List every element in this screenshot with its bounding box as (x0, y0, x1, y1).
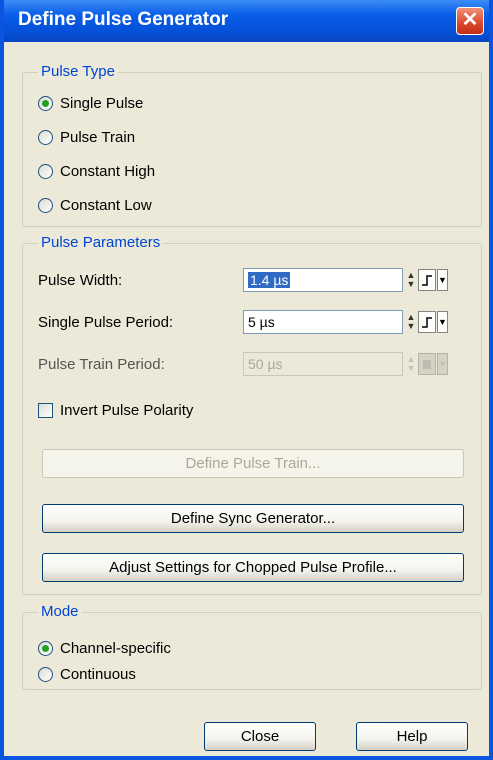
adjust-chopped-pulse-settings-button[interactable]: Adjust Settings for Chopped Pulse Profil… (42, 553, 464, 582)
pulse-train-period-spinner[interactable]: ▲ ▼ (406, 352, 416, 376)
close-icon[interactable]: ✕ (456, 7, 484, 35)
dropdown-arrow-icon[interactable]: ▼ (437, 269, 448, 291)
radio-single-pulse[interactable]: Single Pulse (38, 95, 143, 112)
radio-label: Constant High (60, 163, 156, 180)
radio-button[interactable] (38, 667, 53, 682)
radio-button[interactable] (38, 164, 53, 179)
radio-label: Constant Low (60, 197, 152, 214)
pulse-shape-icon[interactable] (418, 269, 436, 291)
radio-button[interactable] (38, 641, 53, 656)
single-pulse-period-spinner[interactable]: ▲ ▼ (406, 310, 416, 334)
radio-pulse-train[interactable]: Pulse Train (38, 129, 135, 146)
pulse-train-period-input[interactable]: 50 µs (243, 352, 403, 376)
radio-continuous[interactable]: Continuous (38, 666, 136, 683)
radio-label: Single Pulse (60, 95, 144, 112)
define-pulse-train-button[interactable]: Define Pulse Train... (42, 449, 464, 478)
mode-legend: Mode (38, 604, 82, 620)
define-sync-generator-button[interactable]: Define Sync Generator... (42, 504, 464, 533)
radio-label: Channel-specific (60, 640, 171, 657)
spin-down-icon[interactable]: ▼ (407, 364, 416, 373)
pulse-train-period-label: Pulse Train Period: (38, 356, 165, 373)
dropdown-arrow-icon[interactable]: ▼ (437, 353, 448, 375)
dropdown-arrow-icon[interactable]: ▼ (437, 311, 448, 333)
spin-down-icon[interactable]: ▼ (407, 322, 416, 331)
pulse-parameters-group (22, 243, 482, 595)
invert-polarity-label: Invert Pulse Polarity (60, 402, 194, 419)
invert-polarity-checkbox-row[interactable]: Invert Pulse Polarity (38, 402, 193, 419)
spin-down-icon[interactable]: ▼ (407, 280, 416, 289)
pulse-width-input[interactable]: 1.4 µs (243, 268, 403, 292)
title-bar[interactable]: Define Pulse Generator ✕ (4, 0, 489, 42)
pulse-train-period-value: 50 µs (248, 356, 283, 372)
close-button[interactable]: Close (204, 722, 316, 751)
pulse-parameters-legend: Pulse Parameters (38, 235, 164, 251)
radio-label: Continuous (60, 666, 136, 683)
radio-button[interactable] (38, 96, 53, 111)
radio-constant-high[interactable]: Constant High (38, 163, 155, 180)
pulse-type-legend: Pulse Type (38, 64, 118, 80)
pulse-width-label: Pulse Width: (38, 272, 123, 289)
pulse-shape-icon[interactable] (418, 353, 436, 375)
single-pulse-period-value: 5 µs (248, 314, 275, 330)
radio-channel-specific[interactable]: Channel-specific (38, 640, 171, 657)
radio-button[interactable] (38, 198, 53, 213)
radio-constant-low[interactable]: Constant Low (38, 197, 152, 214)
pulse-width-value: 1.4 µs (248, 272, 291, 288)
invert-polarity-checkbox[interactable] (38, 403, 53, 418)
dialog-window: Define Pulse Generator ✕ Pulse Type Sing… (0, 0, 493, 760)
help-button[interactable]: Help (356, 722, 468, 751)
pulse-width-spinner[interactable]: ▲ ▼ (406, 268, 416, 292)
single-pulse-period-input[interactable]: 5 µs (243, 310, 403, 334)
single-pulse-period-label: Single Pulse Period: (38, 314, 174, 331)
radio-button[interactable] (38, 130, 53, 145)
window-title: Define Pulse Generator (18, 9, 229, 30)
pulse-shape-icon[interactable] (418, 311, 436, 333)
radio-label: Pulse Train (60, 129, 136, 146)
